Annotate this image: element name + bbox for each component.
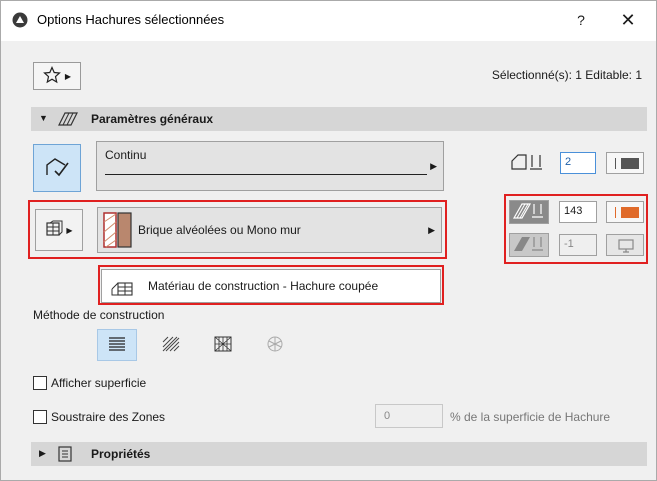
fill-type-button[interactable]: ▶ bbox=[35, 209, 83, 251]
show-area-row[interactable]: Afficher superficie bbox=[33, 376, 146, 390]
show-area-checkbox[interactable] bbox=[33, 376, 47, 390]
fill-pen-swatch bbox=[621, 207, 639, 218]
properties-header[interactable]: ▶ Propriétés bbox=[31, 442, 647, 466]
building-material-label: Matériau de construction - Hachure coupé… bbox=[148, 279, 379, 293]
method-cut-button[interactable] bbox=[151, 329, 191, 361]
pen-divider bbox=[615, 207, 616, 218]
help-button[interactable]: ? bbox=[568, 9, 594, 31]
line-pen-color-button[interactable] bbox=[606, 152, 644, 174]
draft-fill-icon bbox=[108, 336, 126, 355]
building-material-display: Matériau de construction - Hachure coupé… bbox=[101, 269, 441, 303]
fill-settings-icon bbox=[57, 111, 79, 130]
brick-fill-swatch-icon bbox=[103, 212, 133, 248]
properties-label: Propriétés bbox=[91, 447, 151, 461]
dialog: Options Hachures sélectionnées ? ✕ ▶ Sél… bbox=[0, 0, 657, 481]
general-settings-label: Paramètres généraux bbox=[91, 112, 214, 126]
selection-info: Sélectionné(s): 1 Editable: 1 bbox=[491, 68, 642, 82]
fill-pen-color-button[interactable] bbox=[606, 201, 644, 223]
line-pen-icon bbox=[508, 151, 548, 176]
chevron-right-icon: ▶ bbox=[66, 225, 73, 235]
method-draft-button[interactable] bbox=[97, 329, 137, 361]
archicad-app-icon bbox=[12, 12, 28, 28]
expand-triangle-icon: ▶ bbox=[39, 448, 46, 458]
surface-fill-icon bbox=[266, 336, 284, 355]
fill-pattern-name: Brique alvéolées ou Mono mur bbox=[138, 223, 301, 237]
fill-pen-input[interactable]: 143 bbox=[559, 201, 597, 223]
subtract-zones-label: Soustraire des Zones bbox=[51, 410, 166, 424]
pen-divider bbox=[615, 158, 616, 169]
method-surface-button[interactable] bbox=[255, 329, 295, 361]
favorites-button[interactable]: ▶ bbox=[33, 62, 81, 90]
fill-category-icon bbox=[45, 220, 63, 241]
chevron-right-icon: ▶ bbox=[430, 161, 437, 171]
subtract-zones-checkbox[interactable] bbox=[33, 410, 47, 424]
properties-icon bbox=[57, 446, 73, 465]
fill-outline-toggle[interactable] bbox=[33, 144, 81, 192]
method-cover-button[interactable] bbox=[203, 329, 243, 361]
subtract-percent-input[interactable]: 0 bbox=[375, 404, 443, 428]
fill-pattern-select[interactable]: Brique alvéolées ou Mono mur ▶ bbox=[97, 207, 442, 253]
general-settings-header[interactable]: ▼ Paramètres généraux bbox=[31, 107, 647, 131]
line-sample bbox=[105, 174, 427, 175]
background-pen-color-button[interactable] bbox=[606, 234, 644, 256]
subtract-zones-row[interactable]: Soustraire des Zones bbox=[33, 410, 165, 424]
chevron-right-icon: ▶ bbox=[428, 225, 435, 235]
title-bar: Options Hachures sélectionnées ? ✕ bbox=[1, 1, 656, 41]
dialog-title: Options Hachures sélectionnées bbox=[37, 12, 225, 27]
monitor-icon bbox=[618, 239, 634, 256]
chevron-right-icon: ▶ bbox=[64, 71, 72, 81]
fill-pen-toggle[interactable] bbox=[509, 200, 549, 224]
line-type-label: Continu bbox=[105, 148, 147, 162]
fill-pen-icon bbox=[512, 202, 546, 223]
cover-fill-icon bbox=[214, 336, 232, 355]
collapse-triangle-icon: ▼ bbox=[39, 113, 48, 123]
line-pen-swatch bbox=[621, 158, 639, 169]
cut-fill-icon bbox=[162, 336, 180, 355]
subtract-percent-label: % de la superficie de Hachure bbox=[450, 410, 611, 424]
line-pen-input[interactable]: 2 bbox=[560, 152, 596, 174]
line-type-select[interactable]: Continu ▶ bbox=[96, 141, 444, 191]
close-button[interactable]: ✕ bbox=[615, 9, 641, 31]
fill-outline-icon bbox=[43, 155, 71, 182]
construction-method-label: Méthode de construction bbox=[33, 308, 165, 322]
background-pen-input[interactable]: -1 bbox=[559, 234, 597, 256]
building-material-icon bbox=[110, 277, 134, 300]
background-pen-icon bbox=[512, 235, 546, 256]
show-area-label: Afficher superficie bbox=[51, 376, 147, 390]
background-pen-toggle[interactable] bbox=[509, 233, 549, 257]
star-icon bbox=[43, 65, 61, 87]
